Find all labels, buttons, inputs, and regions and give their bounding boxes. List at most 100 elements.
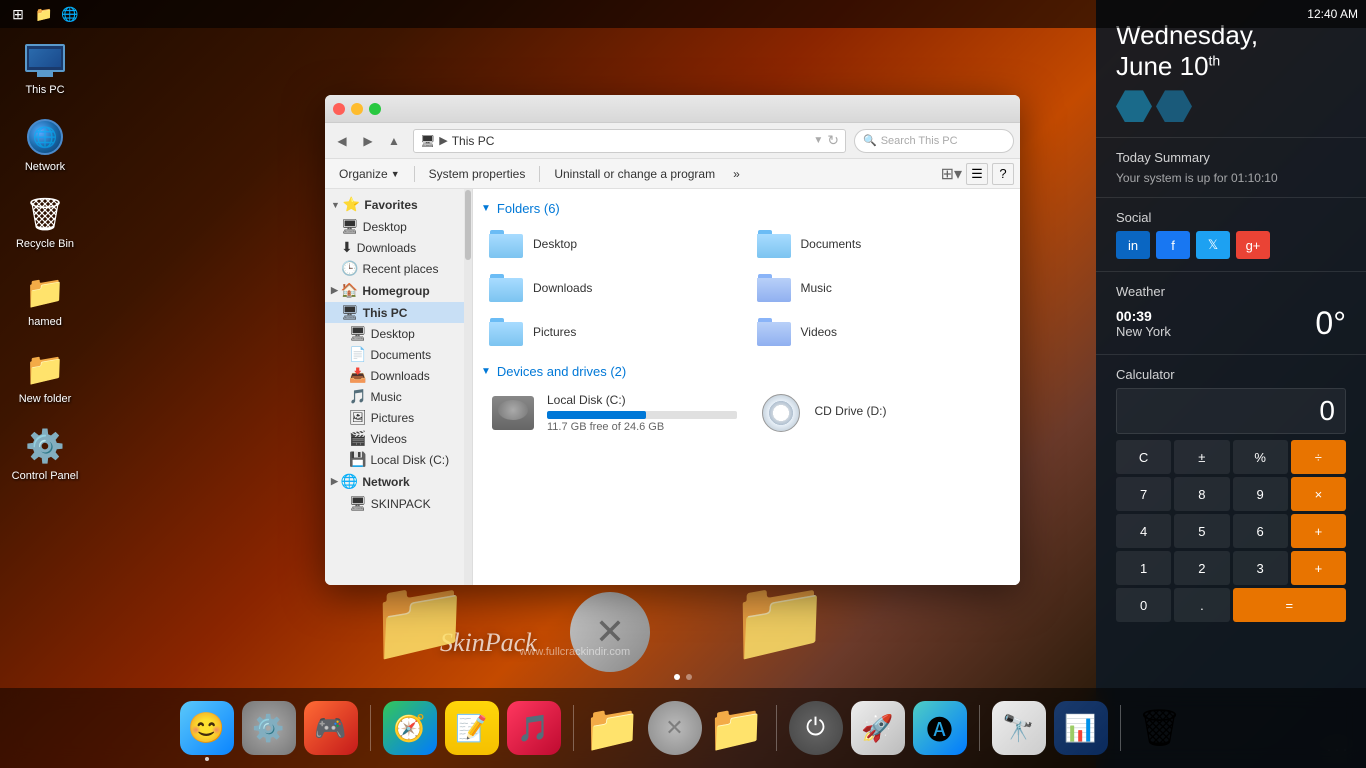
social-title: Social xyxy=(1116,210,1346,225)
calc-5[interactable]: 5 xyxy=(1174,514,1229,548)
taskbar-icon-folder[interactable]: 📁 xyxy=(34,4,54,24)
page-dot-2[interactable] xyxy=(686,674,692,680)
calc-plusminus[interactable]: ± xyxy=(1174,440,1229,474)
minimize-button[interactable] xyxy=(351,103,363,115)
sidebar-homegroup-label: Homegroup xyxy=(362,284,429,298)
linkedin-button[interactable]: in xyxy=(1116,231,1150,259)
dock-trash[interactable]: 🗑 xyxy=(1133,701,1187,755)
dock-notes[interactable]: 📝 xyxy=(445,701,499,755)
this-pc-dl-label: Downloads xyxy=(370,369,429,383)
device-item-cd[interactable]: CD Drive (D:) xyxy=(749,387,1013,439)
calc-dot[interactable]: . xyxy=(1174,588,1229,622)
folder-item-pictures[interactable]: Pictures xyxy=(481,312,745,352)
sidebar-this-pc-desktop[interactable]: 🖥 Desktop xyxy=(325,323,472,344)
taskbar-icon-network[interactable]: 🌐 xyxy=(60,4,80,24)
calc-plus[interactable]: + xyxy=(1291,514,1346,548)
calc-divide[interactable]: ÷ xyxy=(1291,440,1346,474)
more-menu[interactable]: » xyxy=(725,163,748,185)
calc-4[interactable]: 4 xyxy=(1116,514,1171,548)
desktop-icon-control-panel[interactable]: ⚙️ Control Panel xyxy=(10,426,80,483)
calc-equals-right[interactable]: + xyxy=(1291,551,1346,585)
help-button[interactable]: ? xyxy=(992,163,1014,185)
sidebar-network-header[interactable]: ▶ 🌐 Network xyxy=(325,470,472,493)
folders-arrow-icon[interactable]: ▼ xyxy=(481,203,491,214)
hex-icon-1[interactable] xyxy=(1116,90,1152,122)
facebook-button[interactable]: f xyxy=(1156,231,1190,259)
calc-1[interactable]: 1 xyxy=(1116,551,1171,585)
calc-6[interactable]: 6 xyxy=(1233,514,1288,548)
sidebar-item-recent[interactable]: 🕒 Recent places xyxy=(325,258,472,279)
sidebar-this-pc-pictures[interactable]: 🖼 Pictures xyxy=(325,407,472,428)
calc-percent[interactable]: % xyxy=(1233,440,1288,474)
sidebar-skinpack[interactable]: 🖥 SKINPACK xyxy=(325,493,472,514)
folder-item-music[interactable]: Music xyxy=(749,268,1013,308)
address-bar[interactable]: 🖥 ▶ This PC ▼ ↻ xyxy=(413,129,846,153)
desktop-icon-network[interactable]: 🌐 Network xyxy=(10,117,80,174)
dock-music[interactable]: 🎵 xyxy=(507,701,561,755)
game-center-icon: 🎮 xyxy=(314,713,346,744)
calc-9[interactable]: 9 xyxy=(1233,477,1288,511)
sidebar-scrollbar[interactable] xyxy=(464,189,472,585)
calc-clear[interactable]: C xyxy=(1116,440,1171,474)
recent-sidebar-icon: 🕒 xyxy=(341,260,358,277)
search-bar[interactable]: 🔍 Search This PC xyxy=(854,129,1014,153)
dock-settings[interactable]: ⚙️ xyxy=(242,701,296,755)
devices-arrow-icon[interactable]: ▼ xyxy=(481,366,491,377)
social-section: Social in f 𝕏 g+ xyxy=(1096,198,1366,272)
back-button[interactable]: ◀ xyxy=(331,130,353,152)
dock-safari[interactable]: 🧭 xyxy=(383,701,437,755)
twitter-button[interactable]: 𝕏 xyxy=(1196,231,1230,259)
dock-game-center[interactable]: 🎮 xyxy=(304,701,358,755)
dock-power[interactable]: ⏻ xyxy=(789,701,843,755)
dock-dashboard[interactable]: 📊 xyxy=(1054,701,1108,755)
page-dot-1[interactable] xyxy=(674,674,680,680)
sidebar-this-pc-music[interactable]: 🎵 Music xyxy=(325,386,472,407)
sidebar-item-downloads[interactable]: ⬇ Downloads xyxy=(325,237,472,258)
sidebar-item-desktop[interactable]: 🖥 Desktop xyxy=(325,216,472,237)
view-toggle-button[interactable]: ⊞▾ xyxy=(941,164,962,184)
taskbar-icon-windows[interactable]: ⊞ xyxy=(8,4,28,24)
desktop-icon-hamed[interactable]: 📁 hamed xyxy=(10,272,80,329)
dock-finder[interactable]: 😊 xyxy=(180,701,234,755)
network-icon: 🌐 xyxy=(25,117,65,157)
sidebar-this-pc-documents[interactable]: 📄 Documents xyxy=(325,344,472,365)
dock-rocket[interactable]: 🚀 xyxy=(851,701,905,755)
calc-equals[interactable]: = xyxy=(1233,588,1347,622)
calc-3[interactable]: 3 xyxy=(1233,551,1288,585)
calc-multiply[interactable]: × xyxy=(1291,477,1346,511)
maximize-button[interactable] xyxy=(369,103,381,115)
calc-2[interactable]: 2 xyxy=(1174,551,1229,585)
folder-item-desktop[interactable]: Desktop xyxy=(481,224,745,264)
sidebar-this-pc-videos[interactable]: 🎬 Videos xyxy=(325,428,472,449)
folder-item-documents[interactable]: Documents xyxy=(749,224,1013,264)
folder-item-downloads[interactable]: Downloads xyxy=(481,268,745,308)
calc-0[interactable]: 0 xyxy=(1116,588,1171,622)
google-plus-button[interactable]: g+ xyxy=(1236,231,1270,259)
dock-macos-logo[interactable]: ✕ xyxy=(648,701,702,755)
view-details-button[interactable]: ☰ xyxy=(966,163,988,185)
forward-button[interactable]: ▶ xyxy=(357,130,379,152)
sidebar-homegroup-header[interactable]: ▶ 🏠 Homegroup xyxy=(325,279,472,302)
dock-folder-2[interactable]: 📁 xyxy=(710,701,764,755)
uninstall-menu[interactable]: Uninstall or change a program xyxy=(546,163,723,185)
sidebar-item-this-pc[interactable]: 🖥 This PC xyxy=(325,302,472,323)
close-button[interactable] xyxy=(333,103,345,115)
up-button[interactable]: ▲ xyxy=(383,130,405,152)
desktop-icon-new-folder[interactable]: 📁 New folder xyxy=(10,349,80,406)
system-properties-menu[interactable]: System properties xyxy=(421,163,534,185)
sidebar-this-pc-downloads[interactable]: 📥 Downloads xyxy=(325,365,472,386)
desktop-icon-recycle-bin[interactable]: 🗑 Recycle Bin xyxy=(10,194,80,251)
hex-icon-2[interactable] xyxy=(1156,90,1192,122)
calc-8[interactable]: 8 xyxy=(1174,477,1229,511)
calc-7[interactable]: 7 xyxy=(1116,477,1171,511)
dock-appstore[interactable]: 🅐 xyxy=(913,701,967,755)
sidebar-favorites-header[interactable]: ▼ ⭐ Favorites xyxy=(325,193,472,216)
folder-item-videos[interactable]: Videos xyxy=(749,312,1013,352)
sidebar-this-pc-local-disk[interactable]: 💾 Local Disk (C:) xyxy=(325,449,472,470)
sidebar-scrollbar-thumb[interactable] xyxy=(465,190,471,260)
dock-photos[interactable]: 🔭 xyxy=(992,701,1046,755)
dock-folder-1[interactable]: 📁 xyxy=(586,701,640,755)
organize-menu[interactable]: Organize ▼ xyxy=(331,163,408,185)
desktop-icon-this-pc[interactable]: This PC xyxy=(10,40,80,97)
device-item-local-disk[interactable]: Local Disk (C:) 11.7 GB free of 24.6 GB xyxy=(481,387,745,439)
